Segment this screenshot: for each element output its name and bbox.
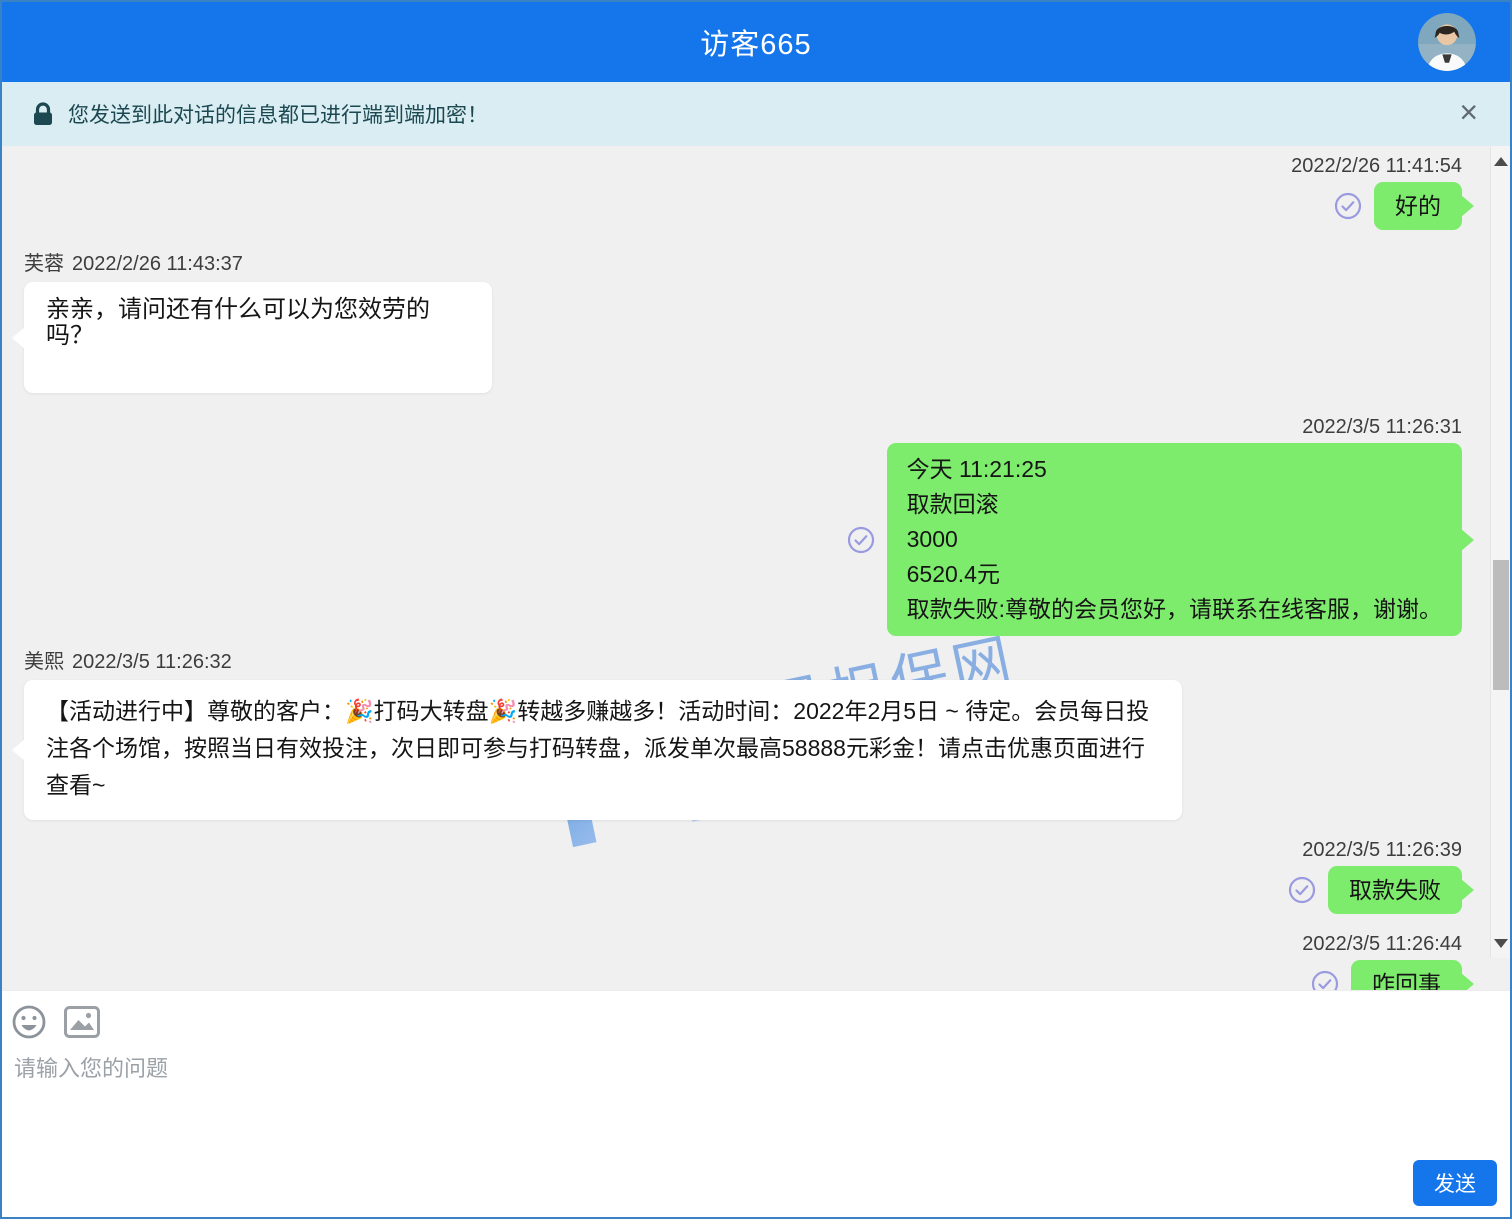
encryption-notice-bar: 您发送到此对话的信息都已进行端到端加密！ × [2,82,1510,146]
arrow-up-icon [1494,157,1508,166]
composer: 发送 [2,990,1510,1217]
message-input[interactable] [14,1051,1394,1171]
message-row: 取款失败 [24,866,1462,914]
outgoing-message-bubble: 今天 11:21:25 取款回滚 3000 6520.4元 取款失败:尊敬的会员… [887,443,1462,636]
incoming-message-bubble: 【活动进行中】尊敬的客户：🎉打码大转盘🎉转越多赚越多！活动时间：2022年2月5… [24,680,1182,820]
message-timestamp: 2022/2/26 11:41:54 [24,154,1462,178]
scroll-down-arrow[interactable] [1491,932,1510,954]
message-timestamp: 2022/3/5 11:26:44 [24,932,1462,956]
delivered-check-icon [1311,970,1339,990]
page-title: 访客665 [700,21,811,63]
message-line: 6520.4元 [907,557,1442,592]
message-row: 今天 11:21:25 取款回滚 3000 6520.4元 取款失败:尊敬的会员… [24,443,1462,636]
header: 访客665 [2,2,1510,82]
sender-row: 美熙 2022/3/5 11:26:32 [24,650,1462,674]
agent-avatar [1418,13,1476,71]
delivered-check-icon [847,526,875,554]
delivered-check-icon [1334,192,1362,220]
incoming-message-group: 美熙 2022/3/5 11:26:32 【活动进行中】尊敬的客户：🎉打码大转盘🎉… [24,650,1462,820]
close-icon[interactable]: × [1459,94,1478,130]
message-line: 3000 [907,522,1442,557]
outgoing-message-bubble: 咋回事 [1351,960,1462,990]
lock-icon [32,102,54,126]
scroll-up-arrow[interactable] [1491,150,1510,172]
message-line: 取款回滚 [907,487,1442,522]
message-row: 好的 [24,182,1462,230]
sender-name: 美熙 [24,651,64,673]
send-button[interactable]: 发送 [1413,1160,1497,1206]
incoming-message-bubble: 亲亲，请问还有什么可以为您效劳的吗？ [24,282,492,393]
message-line: 今天 11:21:25 [907,452,1442,487]
incoming-message-group: 芙蓉 2022/2/26 11:43:37 亲亲，请问还有什么可以为您效劳的吗？ [24,252,1462,393]
message-timestamp: 2022/2/26 11:43:37 [72,253,243,275]
image-upload-button[interactable] [64,1005,100,1039]
emoji-button[interactable] [12,1005,46,1039]
composer-toolbar [2,991,1510,1039]
chat-window: 访客665 您发送到此对话的信息都已进行端到端加密！ × [0,0,1512,1219]
delivered-check-icon [1288,876,1316,904]
message-line: 取款失败:尊敬的会员您好，请联系在线客服，谢谢。 [907,592,1442,627]
outgoing-message-bubble: 好的 [1374,182,1462,230]
message-list: 鉴黑担保网 www.jhdb8.com 2022/2/26 11:41:54 好… [2,146,1510,990]
arrow-down-icon [1494,939,1508,948]
scrollbar-thumb[interactable] [1493,560,1509,690]
message-timestamp: 2022/3/5 11:26:31 [24,415,1462,439]
sender-row: 芙蓉 2022/2/26 11:43:37 [24,252,1462,276]
emoji-icon [12,1005,46,1039]
message-row: 咋回事 [24,960,1462,990]
image-icon [64,1006,100,1038]
outgoing-message-bubble: 取款失败 [1328,866,1462,914]
message-timestamp: 2022/3/5 11:26:39 [24,838,1462,862]
chat-scrollbar[interactable] [1490,146,1510,958]
sender-name: 芙蓉 [24,253,64,275]
encryption-notice-text: 您发送到此对话的信息都已进行端到端加密！ [68,99,488,129]
avatar-image [1418,13,1476,71]
message-timestamp: 2022/3/5 11:26:32 [72,651,232,673]
